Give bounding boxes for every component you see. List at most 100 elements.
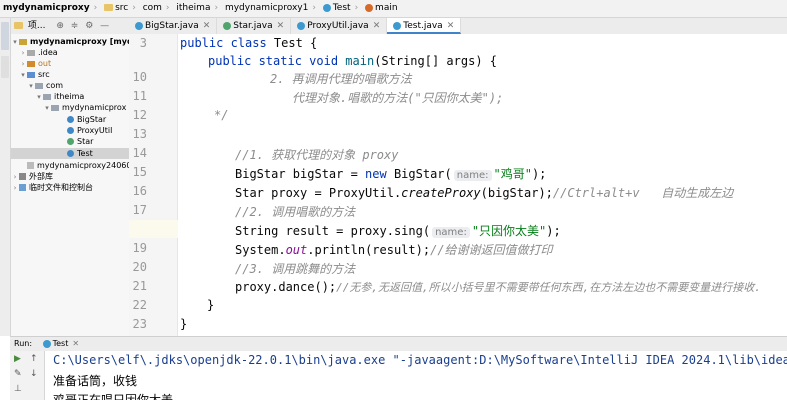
tree-item-out[interactable]: › out (11, 58, 129, 69)
line-number: 19 (132, 241, 147, 255)
tree-item-proxyutil[interactable]: ProxyUtil (11, 125, 129, 136)
interface-icon (223, 21, 232, 30)
breadcrumb-project[interactable]: mydynamicproxy (0, 0, 93, 17)
class-icon (42, 339, 51, 348)
project-tree: ▾mydynamicproxy [mydynamic ›.idea ›out ▾… (11, 34, 130, 336)
tree-item-com[interactable]: ▾ com (11, 80, 129, 91)
project-header: 项... ⊕ ≑ ⚙ — (11, 18, 129, 35)
code-line-14: //1. 获取代理的对象 proxy (235, 148, 399, 162)
close-icon[interactable]: ✕ (72, 339, 79, 348)
library-icon (19, 173, 26, 180)
tree-item-scratches[interactable]: › 临时文件和控制台 (11, 182, 129, 193)
run-console-output[interactable]: C:\Users\elf\.jdks\openjdk-22.0.1\bin\ja… (45, 351, 787, 400)
package-icon (51, 104, 59, 111)
run-tab-test[interactable]: Test ✕ (42, 339, 79, 348)
project-folder-icon (14, 22, 23, 29)
tree-item-external-libraries[interactable]: › 外部库 (11, 171, 129, 182)
scratches-icon (19, 184, 26, 191)
code-line-21: proxy.dance();//无参,无返回值,所以小括号里不需要带任何东西,在… (235, 280, 761, 294)
class-icon (393, 21, 402, 30)
folder-icon (104, 4, 114, 11)
code-line-18: String result = proxy.sing(name: "只因你太美")… (235, 224, 561, 238)
line-number: 10 (132, 70, 147, 84)
tab-test[interactable]: Test.java ✕ (387, 18, 462, 34)
line-number: 21 (132, 279, 147, 293)
class-icon (135, 21, 143, 30)
tree-item-itheima[interactable]: ▾ itheima (11, 91, 129, 102)
tree-item-test[interactable]: Test (11, 148, 129, 159)
editor-tabs: BigStar.java ✕ Star.java ✕ ProxyUtil.java ✕ Te… (129, 18, 787, 35)
class-icon (297, 21, 306, 30)
tab-star[interactable]: Star.java ✕ (217, 18, 292, 34)
code-line-22: } (207, 298, 215, 312)
wrench-icon[interactable]: ✎ (14, 369, 22, 379)
line-number: 3 (139, 36, 147, 50)
package-icon (35, 82, 43, 89)
code-line-23: } (180, 317, 188, 331)
gear-icon[interactable]: ⚙ (85, 18, 93, 34)
breadcrumb: mydynamicproxy › src › com › itheima › mydyn… (0, 0, 787, 18)
code-line-17: //2. 调用唱歌的方法 (235, 205, 356, 219)
breadcrumb-class[interactable]: Test (320, 0, 354, 17)
chevron-down-icon[interactable]: ▾ (11, 37, 19, 47)
chevron-right-icon[interactable]: › (11, 172, 19, 182)
hide-icon[interactable]: — (100, 18, 109, 34)
breadcrumb-com[interactable]: com (140, 0, 165, 17)
tab-bigstar[interactable]: BigStar.java ✕ (129, 18, 218, 34)
run-label: Run: (14, 339, 33, 348)
console-line: 准备话筒，收钱 (53, 374, 138, 388)
tree-item-idea[interactable]: › .idea (11, 47, 129, 58)
chevron-down-icon[interactable]: ▾ (43, 103, 51, 113)
line-number: 11 (132, 89, 147, 103)
tree-item-mydynamicproxy1[interactable]: ▾ mydynamicprox (11, 102, 129, 113)
close-icon[interactable]: ✕ (203, 21, 211, 31)
scroll-down-icon[interactable]: ↓ (30, 369, 38, 379)
interface-icon (67, 138, 74, 145)
chevron-down-icon[interactable]: ▾ (35, 92, 43, 102)
class-icon (67, 150, 74, 157)
chevron-down-icon[interactable]: ▾ (19, 70, 27, 80)
breadcrumb-method[interactable]: main (362, 0, 401, 17)
breadcrumb-package[interactable]: mydynamicproxy1 (222, 0, 311, 17)
tree-item-star[interactable]: Star (11, 136, 129, 147)
class-icon (67, 116, 74, 123)
project-header-label[interactable]: 项... (28, 18, 46, 34)
scroll-up-icon[interactable]: ↑ (30, 354, 38, 364)
pin-icon[interactable]: ⊥ (14, 384, 22, 394)
tab-proxyutil[interactable]: ProxyUtil.java ✕ (291, 18, 388, 34)
editor-gutter: 3 10 11 12 13 14 15 16 17 18 19 20 21 22… (129, 34, 178, 336)
console-line: C:\Users\elf\.jdks\openjdk-22.0.1\bin\ja… (53, 353, 787, 367)
close-icon[interactable]: ✕ (447, 21, 455, 31)
code-line-20: //3. 调用跳舞的方法 (235, 262, 356, 276)
chevron-right-icon[interactable]: › (11, 183, 19, 193)
run-panel-header: Run: Test ✕ (10, 336, 787, 352)
tree-item-src[interactable]: ▾ src (11, 69, 129, 80)
rerun-icon[interactable]: ▶ (14, 354, 21, 364)
tree-item-iml-file[interactable]: mydynamicproxy240601 (11, 160, 129, 171)
console-line: 鸡哥正在唱只因你太美 (53, 393, 174, 400)
sticky-class-line: public class Test { (180, 36, 318, 50)
chevron-down-icon[interactable]: ▾ (27, 81, 35, 91)
line-number: 12 (132, 108, 147, 122)
line-number: 20 (132, 260, 147, 274)
code-editor[interactable]: public class Test { public static void m… (178, 34, 787, 336)
breadcrumb-itheima[interactable]: itheima (173, 0, 213, 17)
line-number: 22 (132, 298, 147, 312)
close-icon[interactable]: ✕ (277, 21, 285, 31)
line-number: 15 (132, 165, 147, 179)
module-icon (19, 38, 27, 45)
collapse-all-icon[interactable]: ≑ (71, 18, 79, 34)
breadcrumb-src[interactable]: src (101, 0, 131, 17)
project-tool-tab[interactable] (1, 22, 9, 50)
tree-item-project-root[interactable]: ▾mydynamicproxy [mydynamic (11, 36, 129, 47)
chevron-right-icon[interactable]: › (19, 48, 27, 58)
code-line-15: BigStar bigStar = new BigStar(name: "鸡哥")… (235, 167, 547, 181)
line-number: 23 (132, 317, 147, 331)
parameter-hint: name: (453, 170, 492, 181)
commit-tool-tab[interactable] (1, 56, 9, 78)
chevron-right-icon[interactable]: › (19, 59, 27, 69)
close-icon[interactable]: ✕ (373, 21, 381, 31)
tree-item-bigstar[interactable]: BigStar (11, 114, 129, 125)
locate-icon[interactable]: ⊕ (56, 18, 64, 34)
line-number: 16 (132, 184, 147, 198)
